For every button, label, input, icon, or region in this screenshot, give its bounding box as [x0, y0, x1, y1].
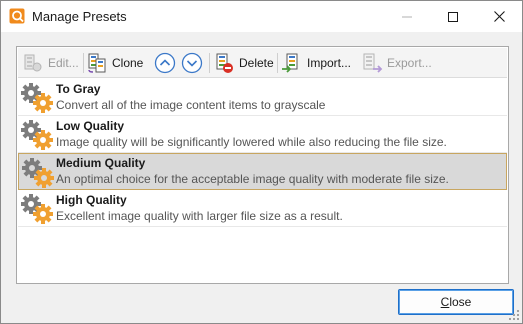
- gear-preset-icon: [22, 158, 54, 188]
- manage-presets-dialog: Manage Presets Edit... Clone Delete Impo…: [0, 0, 523, 324]
- presets-list[interactable]: To Gray Convert all of the image content…: [18, 79, 507, 227]
- title-bar[interactable]: Manage Presets: [1, 1, 522, 32]
- toolbar-separator: [209, 53, 210, 73]
- preset-description: Excellent image quality with larger file…: [56, 209, 343, 223]
- delete-button[interactable]: Delete: [213, 51, 277, 75]
- edit-label: Edit...: [48, 56, 79, 70]
- preset-description: Convert all of the image content items t…: [56, 98, 326, 112]
- pdf-xchange-icon: [9, 8, 25, 24]
- preset-row-high-quality[interactable]: High Quality Excellent image quality wit…: [18, 190, 507, 227]
- export-label: Export...: [387, 56, 432, 70]
- move-up-button[interactable]: [154, 52, 176, 74]
- import-label: Import...: [307, 56, 352, 70]
- edit-button[interactable]: Edit...: [22, 51, 82, 75]
- move-down-button[interactable]: [181, 52, 203, 74]
- presets-panel: Edit... Clone Delete Import... Export...…: [16, 46, 509, 284]
- preset-name: High Quality: [56, 193, 127, 207]
- export-icon: [363, 53, 383, 73]
- preset-name: Low Quality: [56, 119, 125, 133]
- gear-preset-icon: [21, 194, 53, 224]
- gear-preset-icon: [21, 120, 53, 150]
- close-window-button[interactable]: [476, 1, 522, 32]
- close-label: lose: [449, 295, 472, 309]
- preset-row-to-gray[interactable]: To Gray Convert all of the image content…: [18, 79, 507, 116]
- resize-grip-icon[interactable]: [509, 310, 519, 320]
- preset-name: To Gray: [56, 82, 101, 96]
- dialog-body: Edit... Clone Delete Import... Export...…: [1, 32, 522, 323]
- maximize-button[interactable]: [430, 1, 476, 32]
- preset-row-medium-quality[interactable]: Medium Quality An optimal choice for the…: [18, 153, 507, 190]
- clone-button[interactable]: Clone: [86, 51, 146, 75]
- minimize-button[interactable]: [384, 1, 430, 32]
- preset-row-low-quality[interactable]: Low Quality Image quality will be signif…: [18, 116, 507, 153]
- window-title: Manage Presets: [32, 9, 127, 24]
- export-button[interactable]: Export...: [361, 51, 435, 75]
- delete-label: Delete: [239, 56, 274, 70]
- preset-name: Medium Quality: [56, 156, 146, 170]
- maximize-icon: [448, 11, 458, 22]
- preset-description: Image quality will be significantly lowe…: [56, 135, 447, 149]
- toolbar-separator: [277, 53, 278, 73]
- minimize-icon: [402, 16, 412, 17]
- close-button[interactable]: Close: [398, 289, 514, 315]
- toolbar-separator: [83, 53, 84, 73]
- edit-icon: [24, 54, 42, 72]
- close-icon: [493, 11, 505, 22]
- close-mnemonic: C: [440, 295, 450, 309]
- presets-toolbar: Edit... Clone Delete Import... Export...: [18, 48, 507, 78]
- delete-icon: [216, 53, 233, 73]
- gear-preset-icon: [21, 83, 53, 113]
- import-icon: [282, 53, 298, 73]
- import-button[interactable]: Import...: [281, 51, 354, 75]
- clone-icon: [88, 53, 106, 73]
- clone-label: Clone: [112, 56, 144, 70]
- preset-description: An optimal choice for the acceptable ima…: [56, 172, 449, 186]
